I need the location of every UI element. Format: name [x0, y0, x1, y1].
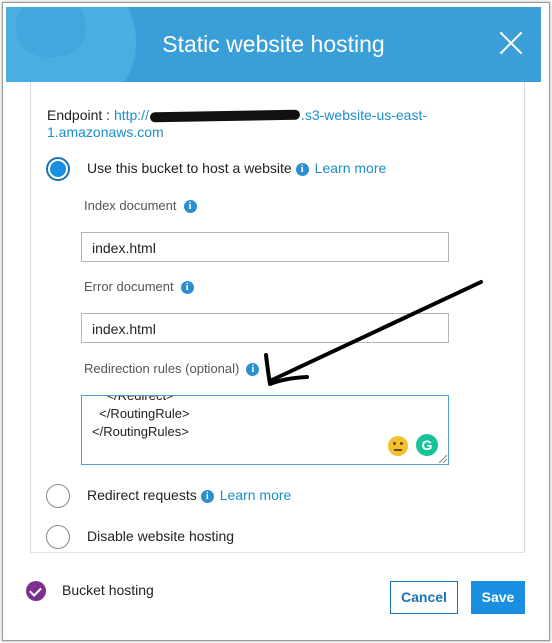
neutral-face-icon[interactable] [388, 436, 408, 456]
radio-redirect-requests[interactable] [46, 484, 70, 508]
textarea-line: </RoutingRules> [92, 424, 189, 439]
learn-more-link[interactable]: Learn more [220, 487, 292, 503]
index-document-label-row: Index document i [84, 198, 197, 213]
learn-more-link[interactable]: Learn more [315, 160, 387, 176]
panel-border-left [30, 82, 31, 552]
info-icon[interactable]: i [246, 363, 260, 376]
redirection-rules-label-row: Redirection rules (optional) i [84, 361, 260, 376]
resize-handle[interactable] [439, 455, 447, 463]
radio-disable-hosting[interactable] [46, 525, 70, 549]
info-icon[interactable]: i [183, 200, 197, 213]
footer-divider [30, 552, 525, 553]
check-circle-icon [26, 581, 46, 601]
index-document-label: Index document [84, 198, 177, 213]
radio-host-website[interactable] [46, 157, 70, 181]
error-document-label-row: Error document i [84, 279, 194, 294]
textarea-line: </RoutingRule> [92, 406, 190, 421]
redacted-bucket-name [149, 109, 301, 123]
close-icon[interactable] [499, 31, 523, 55]
info-icon[interactable]: i [180, 281, 194, 294]
save-button[interactable]: Save [471, 581, 525, 614]
grammarly-icon[interactable]: G [416, 434, 438, 456]
textarea-line: </Redirect> [92, 395, 174, 403]
endpoint-row: Endpoint : http://.s3-website-us-east-1.… [47, 107, 427, 141]
option-host-website: Use this bucket to host a website i Learn … [87, 160, 386, 176]
option-redirect-requests: Redirect requests i Learn more [87, 487, 291, 503]
option-host-website-label: Use this bucket to host a website [87, 160, 292, 176]
option-disable-hosting-label: Disable website hosting [87, 528, 235, 544]
info-icon[interactable]: i [295, 163, 309, 176]
index-document-input[interactable]: index.html [81, 232, 449, 262]
panel-border-right [524, 82, 525, 552]
option-redirect-requests-label: Redirect requests [87, 487, 197, 503]
bucket-hosting-status: Bucket hosting [62, 582, 154, 598]
dialog-title: Static website hosting [162, 31, 385, 57]
endpoint-label: Endpoint : [47, 107, 114, 123]
error-document-label: Error document [84, 279, 174, 294]
dialog-header: Static website hosting [6, 7, 541, 82]
info-icon[interactable]: i [200, 490, 214, 503]
error-document-input[interactable]: index.html [81, 313, 449, 343]
endpoint-prefix: http:// [113, 107, 149, 123]
redirection-rules-textarea[interactable]: </Redirect> </RoutingRule> </RoutingRule… [81, 395, 449, 465]
redirection-rules-label: Redirection rules (optional) [84, 361, 240, 376]
cancel-button[interactable]: Cancel [390, 581, 458, 614]
